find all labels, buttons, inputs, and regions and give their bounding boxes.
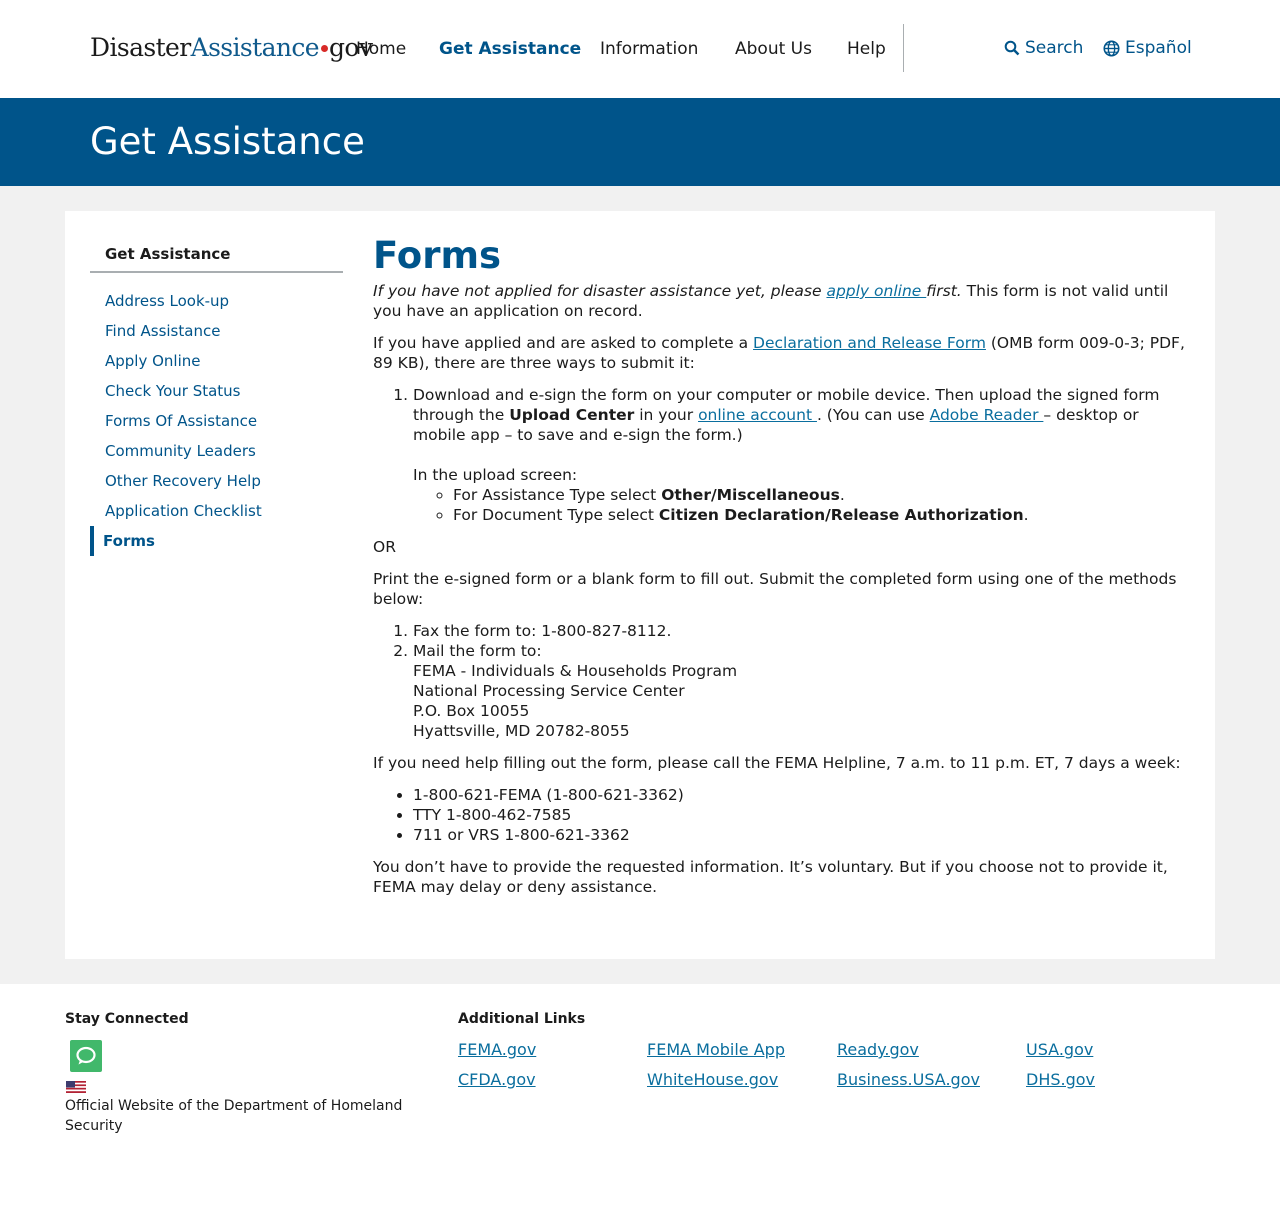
methods-list: Fax the form to: 1-800-827-8112. Mail th… [373,621,1185,741]
phone-list: 1-800-621-FEMA (1-800-621-3362) TTY 1-80… [373,785,1185,845]
assistance-type-item: For Assistance Type select Other/Miscell… [453,485,1185,505]
nav-about-us[interactable]: About Us [735,39,812,59]
online-account-link[interactable]: online account [698,406,817,424]
banner-title: Get Assistance [90,120,365,163]
sidebar-item-community-leaders[interactable]: Community Leaders [90,436,262,466]
upload-instructions: For Assistance Type select Other/Miscell… [413,485,1185,525]
footer-link-fema[interactable]: FEMA.gov [458,1040,536,1059]
intro-paragraph: If you have not applied for disaster ass… [373,281,1185,321]
logo-dot [321,45,328,52]
chat-button[interactable] [70,1040,102,1072]
sidebar-item-forms-of-assistance[interactable]: Forms Of Assistance [90,406,262,436]
main-content: Forms If you have not applied for disast… [373,233,1185,909]
stay-connected-heading: Stay Connected [65,1011,189,1027]
document-type-value: Citizen Declaration/Release Authorizatio… [658,506,1024,524]
upload-center-text: Upload Center [509,406,635,424]
helpline-paragraph: If you need help filling out the form, p… [373,754,1181,772]
site-header: DisasterAssistance gov Home Get Assistanc… [0,0,1280,98]
declaration-paragraph: If you have applied and are asked to com… [373,333,1185,373]
page-banner: Get Assistance [0,98,1280,186]
sidebar-item-check-status[interactable]: Check Your Status [90,376,262,406]
sidebar-item-address-lookup[interactable]: Address Look-up [90,286,262,316]
step1-text-b: in your [634,406,699,424]
search-label: Search [1025,38,1084,58]
declaration-text-a: If you have applied and are asked to com… [373,334,754,352]
or-separator: OR [373,538,396,556]
footer-link-fema-mobile-app[interactable]: FEMA Mobile App [647,1040,785,1059]
nav-home[interactable]: Home [356,39,406,59]
footer-link-whitehouse[interactable]: WhiteHouse.gov [647,1070,778,1089]
voluntary-paragraph: You don’t have to provide the requested … [373,858,1168,896]
adobe-reader-link[interactable]: Adobe Reader [930,406,1044,424]
assistance-type-value: Other/Miscellaneous [661,486,840,504]
footer-link-ready[interactable]: Ready.gov [837,1040,919,1059]
sidebar-item-other-recovery-help[interactable]: Other Recovery Help [90,466,262,496]
nav-divider [903,24,904,72]
phone-fema: 1-800-621-FEMA (1-800-621-3362) [413,785,1185,805]
phone-tty: TTY 1-800-462-7585 [413,805,1185,825]
fax-method: Fax the form to: 1-800-827-8112. [413,621,1185,641]
search-icon [1004,40,1020,56]
language-link[interactable]: Español [1103,38,1192,58]
search-link[interactable]: Search [1004,38,1083,58]
footer-link-cfda[interactable]: CFDA.gov [458,1070,536,1089]
submit-steps-list: Download and e-sign the form on your com… [373,385,1185,525]
assistance-type-text: For Assistance Type select [453,486,662,504]
footer-link-usa[interactable]: USA.gov [1026,1040,1093,1059]
address-line-4: Hyattsville, MD 20782-8055 [413,722,630,740]
sidebar-item-find-assistance[interactable]: Find Assistance [90,316,262,346]
step-download-esign: Download and e-sign the form on your com… [413,385,1185,525]
us-flag-icon [66,1081,86,1093]
chat-icon [76,1046,96,1065]
footer-link-business-usa[interactable]: Business.USA.gov [837,1070,980,1089]
document-type-text: For Document Type select [453,506,659,524]
language-label: Español [1125,38,1192,58]
nav-help[interactable]: Help [847,39,886,59]
logo-part-assistance: Assistance [190,33,320,62]
page-title: Forms [373,234,502,277]
logo-part-disaster: Disaster [90,33,191,62]
sidebar-divider [90,271,343,273]
mail-intro: Mail the form to: [413,642,542,660]
sidebar-heading: Get Assistance [105,245,231,263]
address-line-1: FEMA - Individuals & Households Program [413,662,738,680]
footer-link-dhs[interactable]: DHS.gov [1026,1070,1095,1089]
sidebar-item-apply-online[interactable]: Apply Online [90,346,262,376]
sidebar-item-application-checklist[interactable]: Application Checklist [90,496,262,526]
globe-icon [1103,39,1120,57]
intro-italic-text: If you have not applied for disaster ass… [373,282,827,300]
apply-online-link[interactable]: apply online [826,282,926,300]
additional-links-heading: Additional Links [458,1011,586,1027]
site-logo[interactable]: DisasterAssistance gov [90,33,373,62]
document-type-item: For Document Type select Citizen Declara… [453,505,1185,525]
apply-online-link-text: apply online [826,282,927,300]
nav-information[interactable]: Information [600,39,698,59]
mail-method: Mail the form to: FEMA - Individuals & H… [413,641,1185,741]
step1-text-c: . (You can use [816,406,930,424]
nav-get-assistance[interactable]: Get Assistance [439,39,581,59]
intro-italic-first: first. [926,282,962,300]
address-line-3: P.O. Box 10055 [413,702,530,720]
address-line-2: National Processing Service Center [413,682,685,700]
official-website-text: Official Website of the Department of Ho… [65,1098,403,1134]
sidebar-nav: Address Look-up Find Assistance Apply On… [90,286,262,556]
sidebar-item-forms[interactable]: Forms [90,526,262,556]
phone-vrs: 711 or VRS 1-800-621-3362 [413,825,1185,845]
upload-screen-label: In the upload screen: [413,466,578,484]
print-paragraph: Print the e-signed form or a blank form … [373,570,1177,608]
declaration-form-link[interactable]: Declaration and Release Form [753,334,986,352]
